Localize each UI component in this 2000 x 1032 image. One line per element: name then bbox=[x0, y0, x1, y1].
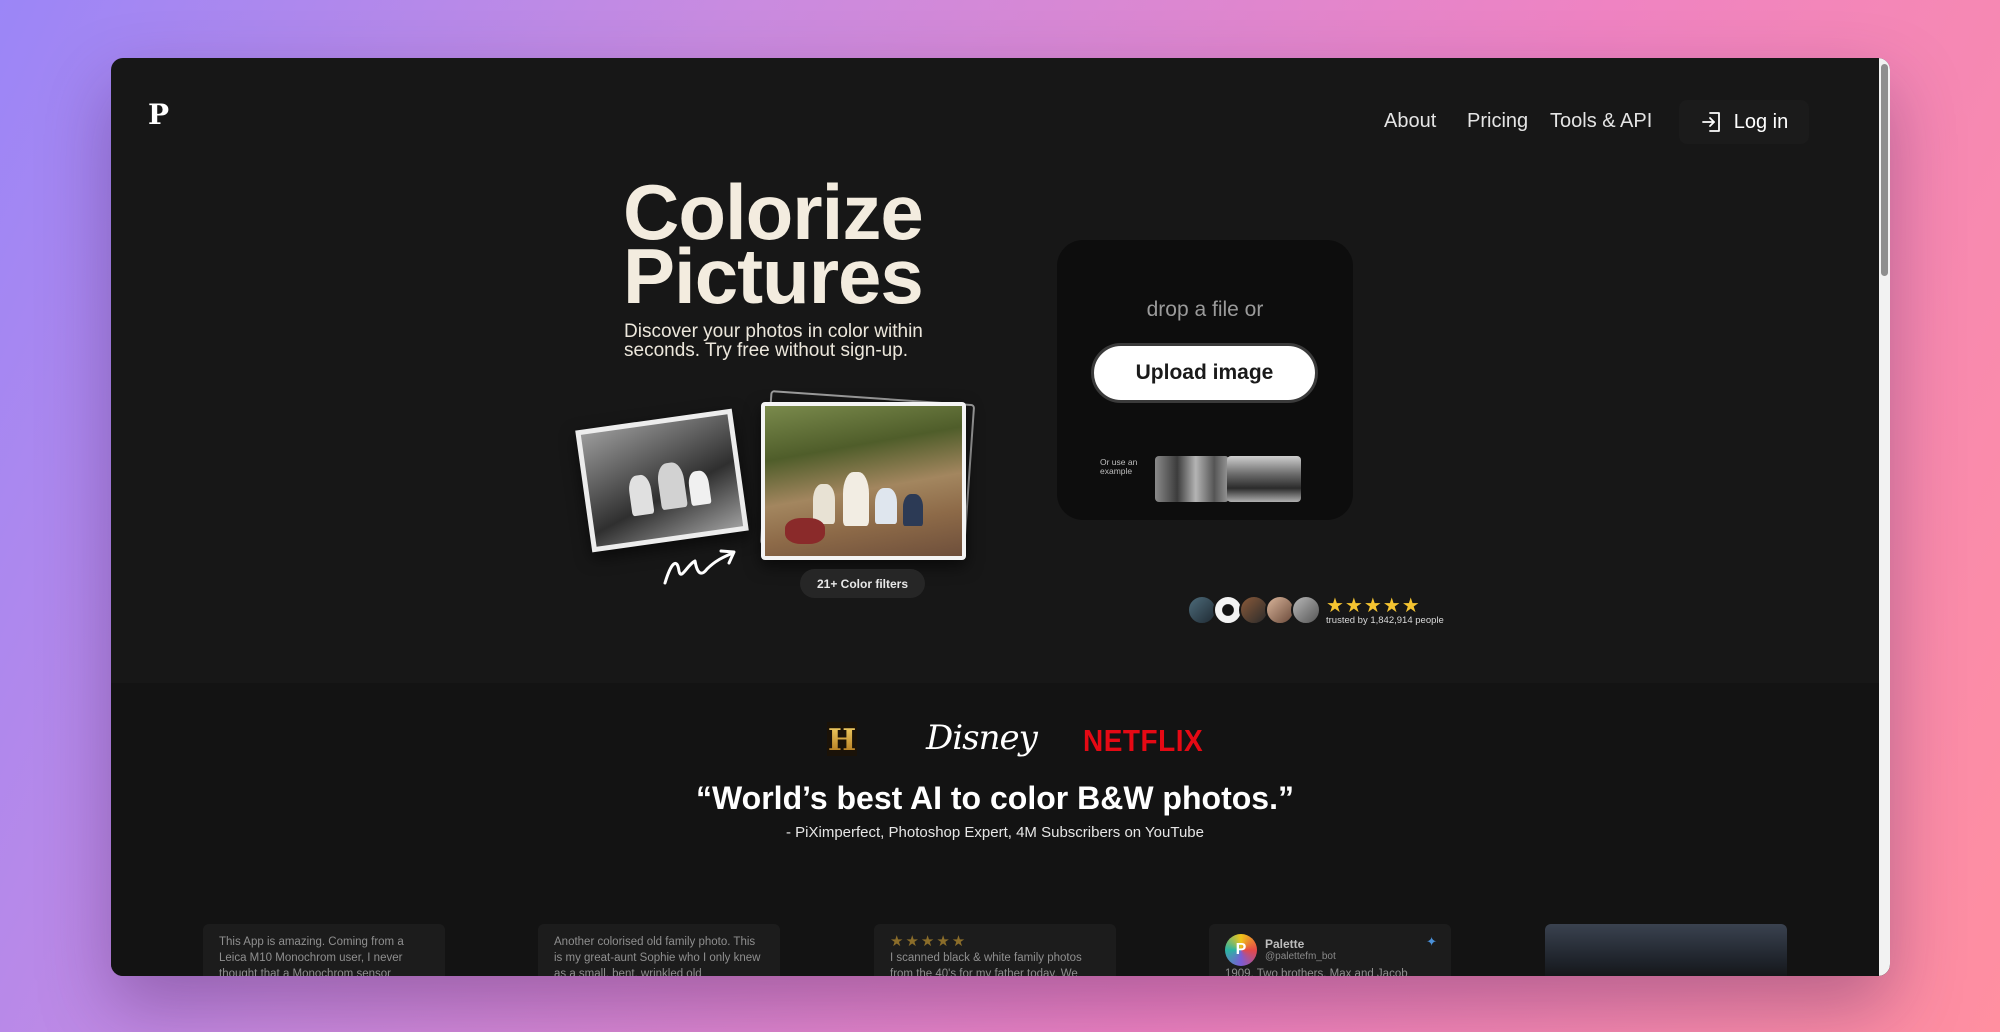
avatar bbox=[1291, 595, 1321, 625]
review-text: This App is amazing. Coming from a Leica… bbox=[219, 936, 404, 976]
nav-pricing[interactable]: Pricing bbox=[1467, 110, 1528, 133]
netflix-logo: NETFLIX bbox=[1083, 723, 1204, 758]
colorized-photo bbox=[761, 402, 966, 560]
scrollbar-thumb[interactable] bbox=[1881, 64, 1888, 276]
review-card[interactable]: ★★★★★ I scanned black & white family pho… bbox=[874, 924, 1116, 976]
bw-photo bbox=[575, 408, 749, 553]
disney-logo: Disney bbox=[926, 718, 1038, 758]
hero-subtitle: Discover your photos in color within sec… bbox=[624, 321, 923, 361]
review-image-card[interactable] bbox=[1545, 924, 1787, 976]
example-thumbnail-2[interactable] bbox=[1227, 456, 1301, 502]
nav-tools-api[interactable]: Tools & API bbox=[1550, 110, 1652, 133]
hero-title: Colorize Pictures bbox=[623, 173, 924, 320]
color-filters-badge: 21+ Color filters bbox=[800, 569, 925, 598]
login-icon bbox=[1701, 112, 1720, 132]
quote-attribution: - PiXimperfect, Photoshop Expert, 4M Sub… bbox=[785, 824, 1204, 841]
page-scrollbar[interactable] bbox=[1879, 58, 1890, 976]
review-card[interactable]: This App is amazing. Coming from a Leica… bbox=[203, 924, 445, 976]
history-logo: H bbox=[827, 722, 857, 758]
browser-window: P About Pricing Tools & API Log in Color… bbox=[111, 58, 1890, 976]
review-stars: ★★★★★ bbox=[890, 933, 968, 950]
logo[interactable]: P bbox=[148, 98, 169, 131]
review-card[interactable]: Another colorised old family photo. This… bbox=[538, 924, 780, 976]
upload-dropzone[interactable]: drop a file or Upload image Or use an ex… bbox=[1057, 240, 1353, 520]
twitter-icon: ✦ bbox=[1426, 934, 1437, 949]
example-label: Or use an example bbox=[1100, 457, 1138, 476]
review-handle: @palettefm_bot bbox=[1265, 951, 1336, 962]
trusted-count: trusted by 1,842,914 people bbox=[1326, 615, 1444, 626]
arrow-doodle-icon bbox=[663, 549, 736, 585]
upload-image-button[interactable]: Upload image bbox=[1091, 343, 1318, 403]
svg-text:H: H bbox=[828, 723, 856, 758]
example-thumbnail-1[interactable] bbox=[1155, 456, 1229, 502]
login-label: Log in bbox=[1733, 110, 1789, 133]
nav-about[interactable]: About bbox=[1384, 110, 1436, 133]
testimonial-quote: “World’s best AI to color B&W photos.” bbox=[696, 780, 1294, 816]
review-text: I scanned black & white family photos fr… bbox=[890, 952, 1082, 976]
press-section: H Disney NETFLIX “World’s best AI to col… bbox=[111, 683, 1890, 976]
review-author: Palette bbox=[1265, 937, 1305, 951]
login-button[interactable]: Log in bbox=[1679, 100, 1809, 144]
drop-file-text: drop a file or bbox=[1146, 298, 1264, 321]
review-card[interactable]: P Palette @palettefm_bot ✦ 1909. Two bro… bbox=[1209, 924, 1451, 976]
palette-avatar: P bbox=[1225, 934, 1257, 966]
review-text: Another colorised old family photo. This… bbox=[554, 936, 761, 976]
hero-title-line2: Pictures bbox=[623, 232, 924, 320]
review-text: 1909. Two brothers, Max and Jacob bbox=[1225, 968, 1408, 976]
